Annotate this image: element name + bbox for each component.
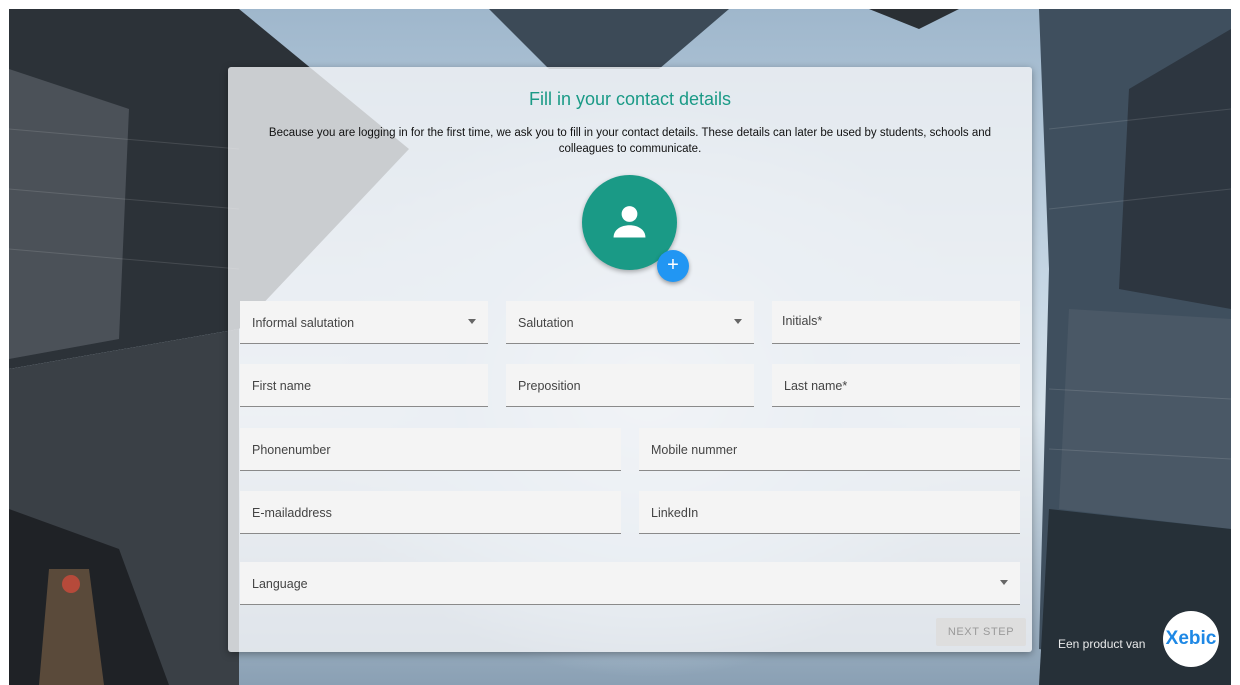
email-label: E-mailaddress [252, 506, 332, 520]
salutation-select[interactable]: Salutation [506, 301, 754, 344]
initials-input[interactable]: Initials* [772, 301, 1020, 344]
phonenumber-label: Phonenumber [252, 443, 331, 457]
email-input[interactable]: E-mailaddress [240, 491, 621, 534]
language-label: Language [252, 577, 308, 591]
plus-icon: + [667, 254, 679, 276]
add-photo-button[interactable]: + [657, 250, 689, 282]
linkedin-input[interactable]: LinkedIn [639, 491, 1020, 534]
brand-tagline: Een product van [1058, 637, 1146, 651]
xebic-logo[interactable]: Xebic [1163, 611, 1219, 667]
next-step-button[interactable]: NEXT STEP [936, 618, 1026, 646]
caret-down-icon [1000, 580, 1008, 585]
language-select[interactable]: Language [240, 562, 1020, 605]
linkedin-label: LinkedIn [651, 506, 699, 520]
last-name-input[interactable]: Last name* [772, 364, 1020, 407]
salutation-label: Salutation [518, 316, 574, 330]
caret-down-icon [734, 319, 742, 324]
informal-salutation-label: Informal salutation [252, 316, 355, 330]
first-name-input[interactable]: First name [240, 364, 488, 407]
informal-salutation-select[interactable]: Informal salutation [240, 301, 488, 344]
caret-down-icon [468, 319, 476, 324]
phonenumber-input[interactable]: Phonenumber [240, 428, 621, 471]
first-name-label: First name [252, 379, 312, 393]
mobile-input[interactable]: Mobile nummer [639, 428, 1020, 471]
preposition-input[interactable]: Preposition [506, 364, 754, 407]
person-icon [613, 206, 646, 238]
last-name-label: Last name* [784, 379, 848, 393]
page-title: Fill in your contact details [528, 89, 732, 109]
preposition-label: Preposition [518, 379, 581, 393]
initials-label: Initials* [782, 314, 823, 328]
contact-details-card: Fill in your contact details Because you… [228, 67, 1032, 652]
mobile-label: Mobile nummer [651, 443, 738, 457]
intro-text: Because you are logging in for the first… [268, 127, 992, 155]
